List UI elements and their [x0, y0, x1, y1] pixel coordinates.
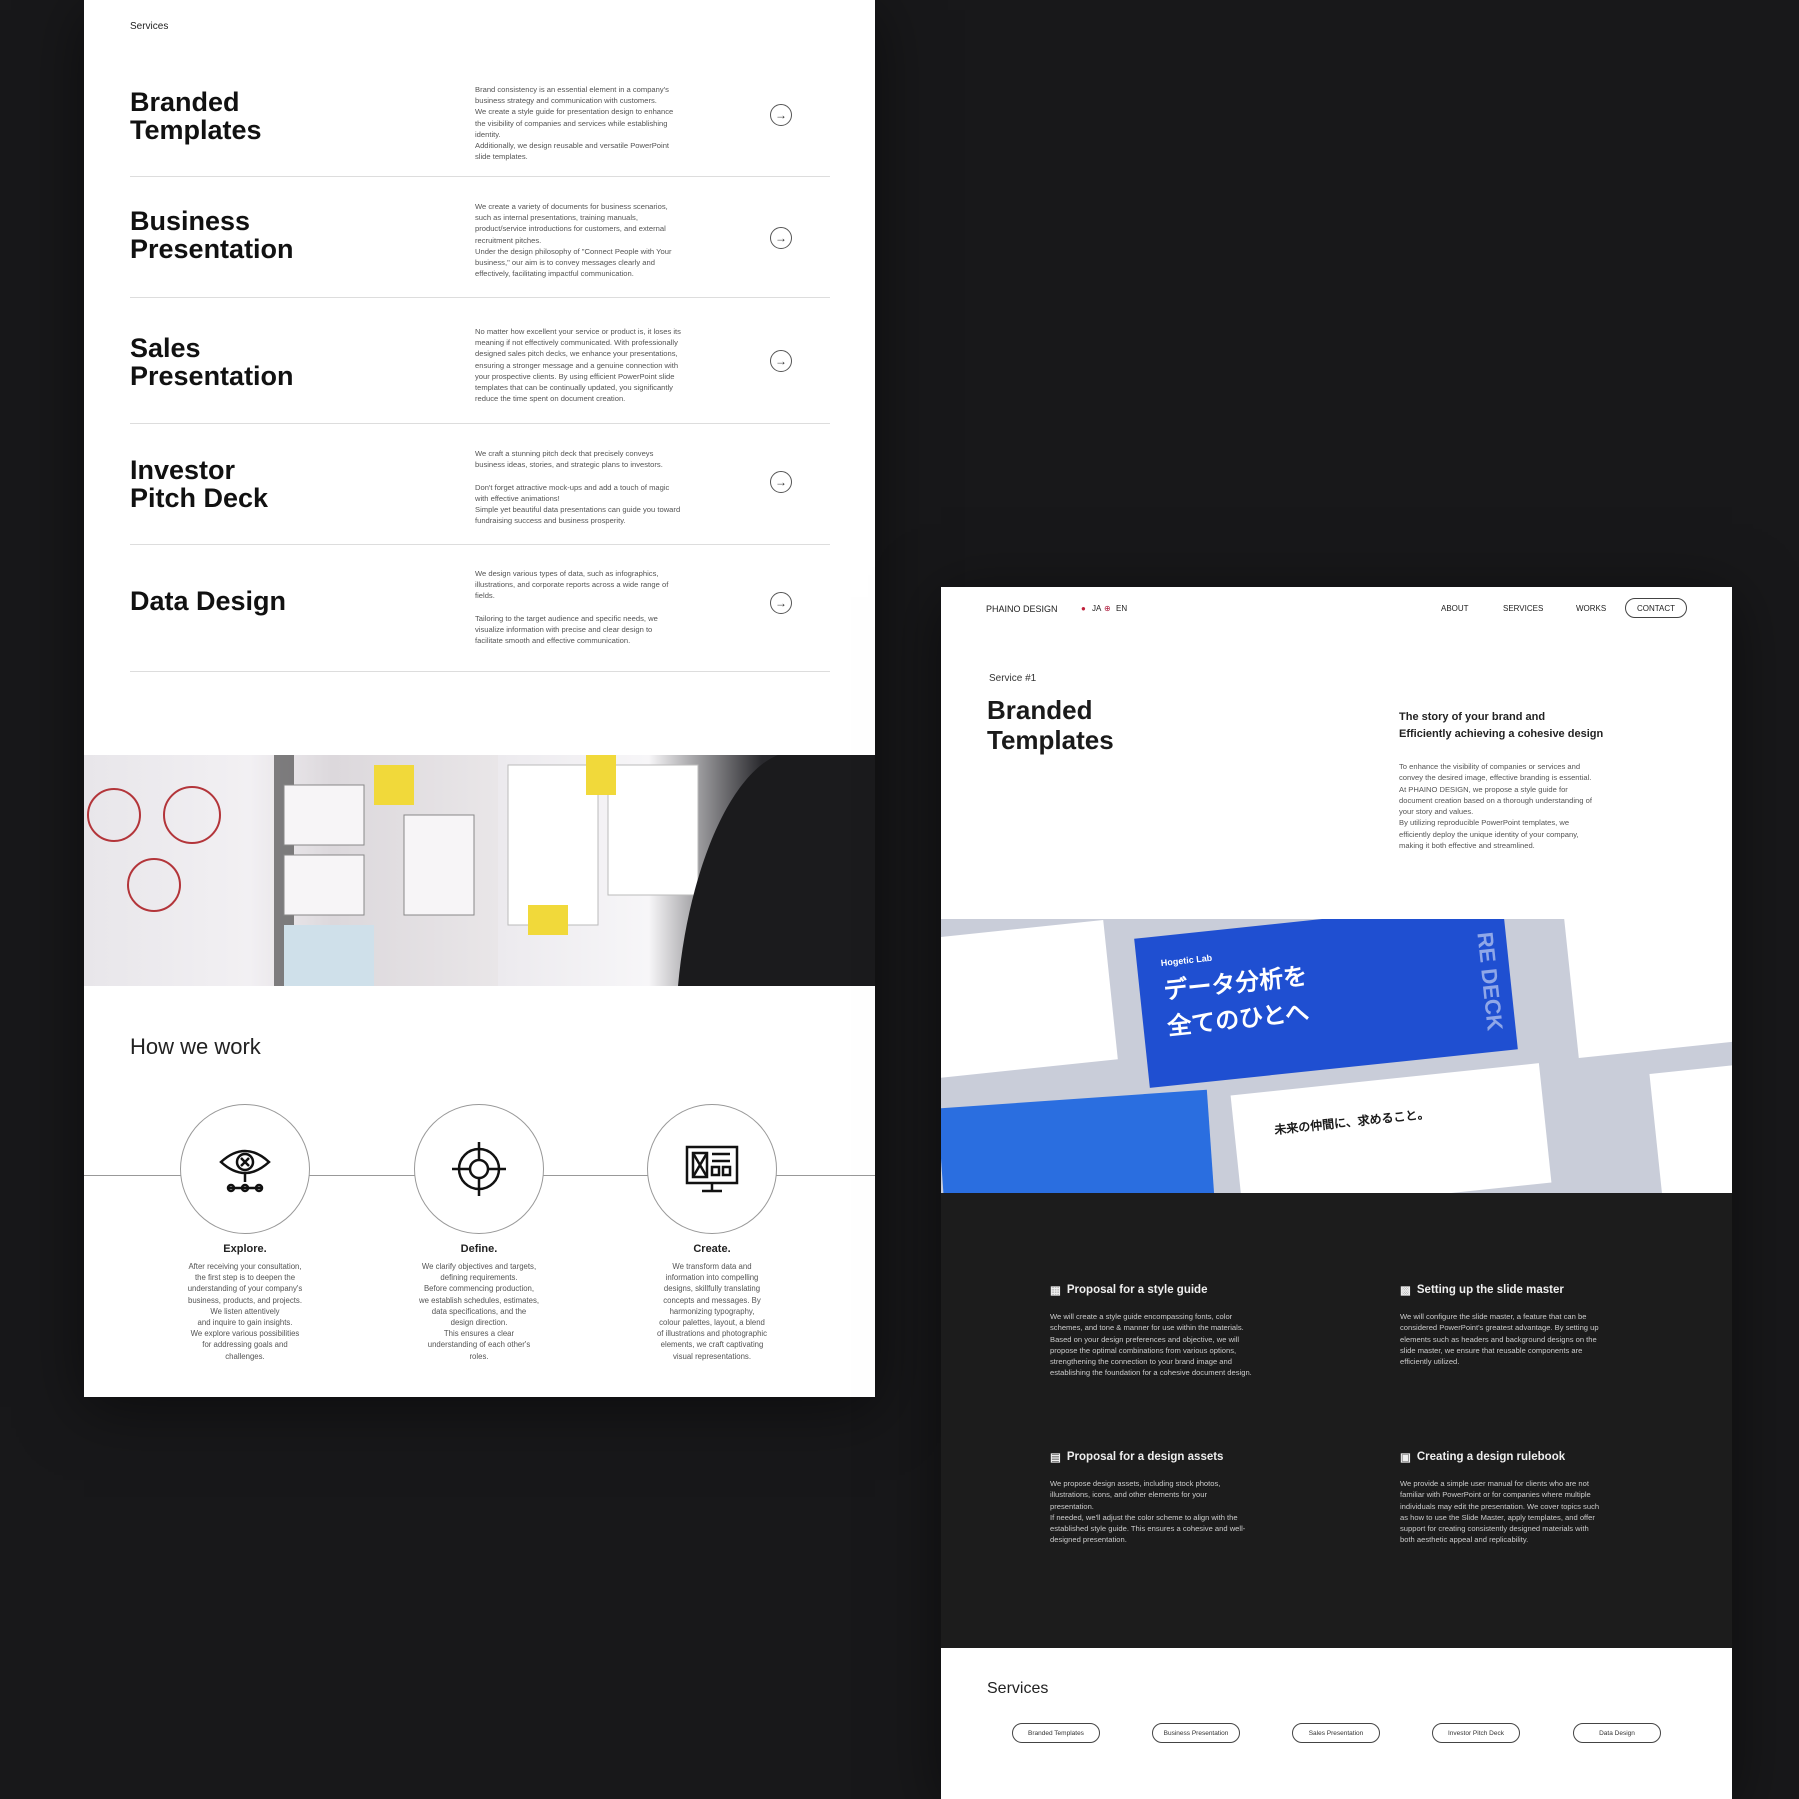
feature-design-assets: ▤ Proposal for a design assets We propose …: [1050, 1450, 1280, 1546]
nav-works[interactable]: WORKS: [1576, 604, 1606, 613]
feature-desc: We will create a style guide encompassin…: [1050, 1312, 1252, 1378]
rulebook-icon: ▣: [1400, 1452, 1411, 1464]
service-title: Business Presentation: [130, 206, 294, 264]
layout-icon: [685, 1145, 739, 1193]
mock-slide-main: Hogetic Lab データ分析を 全てのひとへ RE DECK: [1134, 919, 1518, 1088]
service-row-business-presentation[interactable]: Business Presentation We create a variet…: [130, 177, 830, 298]
feature-title: Proposal for a style guide: [1066, 1284, 1208, 1296]
pill-investor-pitch-deck[interactable]: Investor Pitch Deck: [1432, 1723, 1520, 1743]
features-section: ▦ Proposal for a style guide We will creat…: [941, 1193, 1732, 1648]
service-row-sales-presentation[interactable]: Sales Presentation No matter how excelle…: [130, 298, 830, 424]
step-explore: Explore. After receiving your consultatio…: [145, 1243, 345, 1362]
service-desc: We craft a stunning pitch deck that prec…: [475, 449, 681, 526]
mock-slide: [1564, 919, 1732, 1059]
feature-desc: We will configure the slide master, a fe…: [1400, 1312, 1599, 1367]
pill-data-design[interactable]: Data Design: [1573, 1723, 1661, 1743]
person-photo-image: [507, 755, 875, 986]
service-row-data-design[interactable]: Data Design We design various types of d…: [130, 545, 830, 672]
mock-slide-text: 未来の仲間に、求めること。: [1273, 1106, 1430, 1138]
pill-branded-templates[interactable]: Branded Templates: [1012, 1723, 1100, 1743]
feature-desc: We propose design assets, including stoc…: [1050, 1479, 1246, 1545]
arrow-right-icon[interactable]: →: [770, 350, 792, 372]
services-heading: Services: [987, 1680, 1049, 1697]
section-label: Services: [130, 21, 169, 32]
feature-slide-master: ▩ Setting up the slide master We will conf…: [1400, 1283, 1630, 1367]
step-title: Create.: [693, 1243, 731, 1255]
arrow-right-icon[interactable]: →: [770, 104, 792, 126]
service-desc: We design various types of data, such as…: [475, 569, 669, 646]
service-desc: We create a variety of documents for bus…: [475, 202, 672, 279]
step-desc: We clarify objectives and targets, defin…: [418, 1262, 540, 1361]
service-desc: Brand consistency is an essential elemen…: [475, 85, 674, 162]
nav-services[interactable]: SERVICES: [1503, 604, 1543, 613]
create-circle: [647, 1104, 777, 1234]
services-page-panel: Services Branded Templates Brand consist…: [84, 0, 875, 1397]
slides-icon: ▩: [1400, 1285, 1411, 1297]
service-eyebrow: Service #1: [989, 673, 1037, 684]
define-circle: [414, 1104, 544, 1234]
how-we-work-heading: How we work: [130, 1034, 261, 1059]
whiteboard-sketch-image: [87, 755, 475, 986]
pill-business-presentation[interactable]: Business Presentation: [1152, 1723, 1240, 1743]
service-row-branded-templates[interactable]: Branded Templates Brand consistency is a…: [130, 60, 830, 177]
feature-title: Creating a design rulebook: [1416, 1451, 1566, 1463]
step-desc: After receiving your consultation, the f…: [187, 1262, 303, 1361]
uk-flag-icon: ⊕: [1104, 604, 1111, 613]
brand-logo[interactable]: PHAINO DESIGN: [986, 604, 1058, 614]
eye-icon: [219, 1149, 271, 1193]
step-desc: We transform data and information into c…: [656, 1262, 768, 1361]
lang-ja[interactable]: JA: [1092, 604, 1101, 613]
image-assets-icon: ▤: [1050, 1452, 1061, 1464]
feature-title: Setting up the slide master: [1416, 1284, 1564, 1296]
service-title: Sales Presentation: [130, 333, 294, 391]
template-mockup-image: Hogetic Lab データ分析を 全てのひとへ RE DECK 未来の仲間に…: [941, 919, 1732, 1193]
service-title: Data Design: [130, 586, 287, 616]
japan-flag-icon: ●: [1081, 604, 1086, 613]
mock-side-text: RE DECK: [1472, 930, 1508, 1032]
service-title: Investor Pitch Deck: [130, 455, 269, 513]
intro-body: To enhance the visibility of companies o…: [1399, 762, 1592, 851]
feature-rulebook: ▣ Creating a design rulebook We provide a …: [1400, 1450, 1630, 1546]
service-row-investor-pitch-deck[interactable]: Investor Pitch Deck We craft a stunning …: [130, 424, 830, 545]
service-desc: No matter how excellent your service or …: [475, 327, 681, 404]
service-title: Branded Templates: [130, 87, 262, 145]
mock-slide: 未来の仲間に、求めること。: [1230, 1063, 1552, 1193]
arrow-right-icon[interactable]: →: [770, 592, 792, 614]
arrow-right-icon[interactable]: →: [770, 227, 792, 249]
mock-slide: [1649, 1064, 1732, 1193]
target-icon: [452, 1142, 506, 1196]
lang-en[interactable]: EN: [1116, 604, 1127, 613]
explore-circle: [180, 1104, 310, 1234]
mock-slide: [941, 1089, 1215, 1193]
step-define: Define. We clarify objectives and targets…: [379, 1243, 579, 1362]
step-title: Explore.: [223, 1243, 267, 1255]
woman-at-whiteboard-photo: [498, 755, 875, 986]
feature-title: Proposal for a design assets: [1066, 1451, 1224, 1463]
page-title: Branded Templates: [987, 695, 1114, 755]
step-title: Define.: [460, 1243, 498, 1255]
nav-about[interactable]: ABOUT: [1441, 604, 1469, 613]
feature-style-guide: ▦ Proposal for a style guide We will creat…: [1050, 1283, 1280, 1379]
pill-sales-presentation[interactable]: Sales Presentation: [1292, 1723, 1380, 1743]
step-create: Create. We transform data and information…: [612, 1243, 812, 1362]
mock-slide: [941, 919, 1118, 1079]
tagline: The story of your brand and Efficiently …: [1399, 711, 1604, 740]
grid-icon: ▦: [1050, 1285, 1061, 1297]
feature-desc: We provide a simple user manual for clie…: [1400, 1479, 1600, 1545]
arrow-right-icon[interactable]: →: [770, 471, 792, 493]
contact-button[interactable]: CONTACT: [1625, 598, 1687, 618]
whiteboard-photo: [84, 755, 498, 986]
service-detail-panel: PHAINO DESIGN ● JA ⊕ EN ABOUT SERVICES W…: [941, 587, 1732, 1799]
